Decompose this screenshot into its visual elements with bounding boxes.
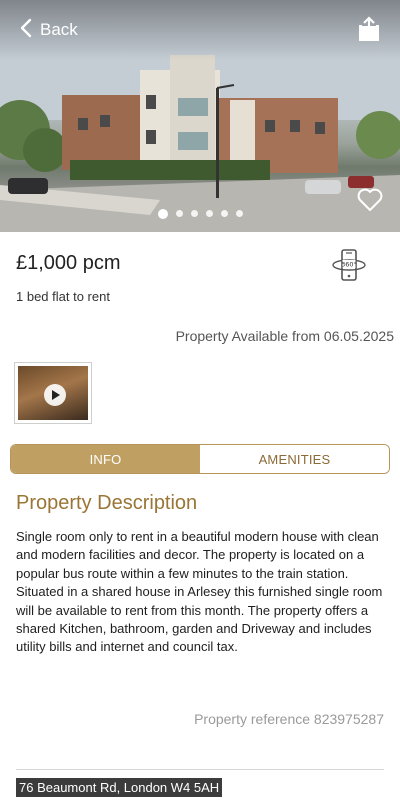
vr-360-phone-icon: 360° [331,249,367,286]
video-thumbnail[interactable] [14,362,92,424]
listing-price: £1,000 pcm [16,252,121,274]
back-button[interactable]: Back [20,16,78,44]
video-preview-image [18,366,88,420]
divider [16,769,384,770]
availability-date: Property Available from 06.05.2025 [175,328,394,344]
description-body: Single room only to rent in a beautiful … [16,529,383,655]
back-label: Back [40,20,78,39]
gallery-dot[interactable] [157,209,168,219]
share-icon [358,16,380,46]
gallery-pagination [0,209,400,219]
tab-amenities[interactable]: AMENITIES [200,445,389,473]
gallery-dot[interactable] [205,210,213,217]
heart-icon [357,188,383,216]
chevron-left-icon [20,18,32,43]
listing-subtitle: 1 bed flat to rent [16,289,110,304]
share-button[interactable] [358,16,380,42]
description-title: Property Description [16,492,198,514]
property-address: 76 Beaumont Rd, London W4 5AH [16,778,223,797]
svg-text:360°: 360° [341,261,357,269]
favourite-button[interactable] [357,188,383,212]
tab-info[interactable]: INFO [11,445,200,473]
vr-tour-button[interactable]: 360° [331,248,367,282]
details-tabs: INFO AMENITIES [10,444,390,474]
gallery-dot[interactable] [175,210,183,217]
gallery-dot[interactable] [235,210,243,217]
gallery-dot[interactable] [220,210,228,217]
gallery-dot[interactable] [190,210,198,217]
play-icon [44,384,66,406]
property-photo-gallery[interactable]: Back [0,0,400,232]
property-reference: Property reference 823975287 [194,711,384,727]
